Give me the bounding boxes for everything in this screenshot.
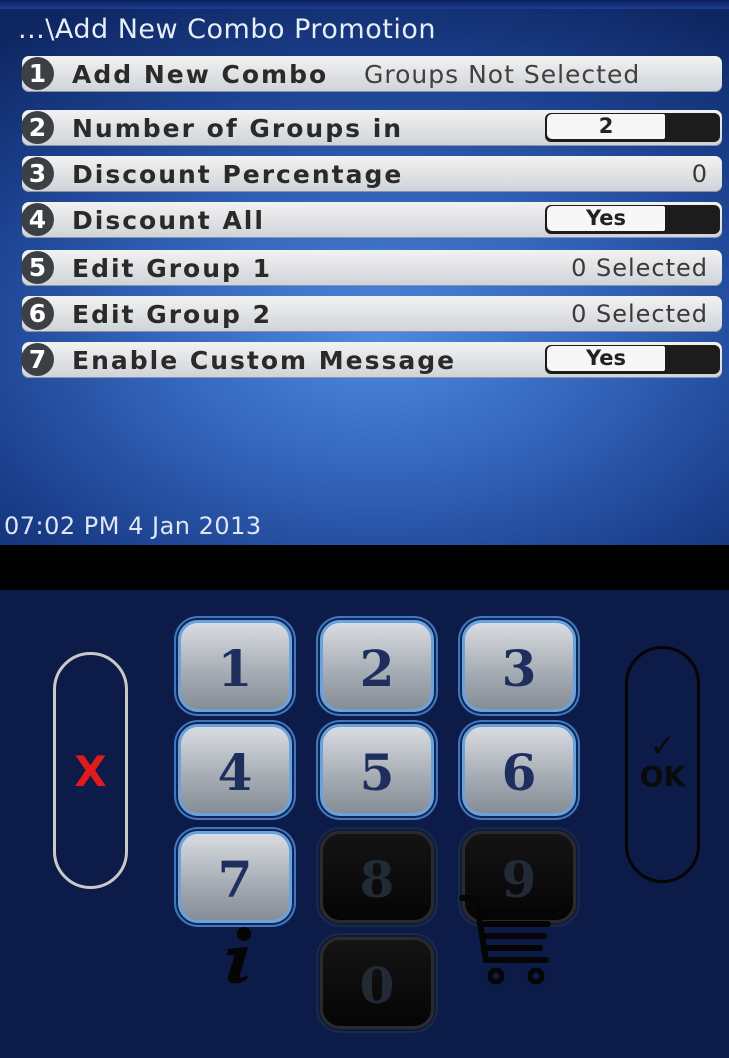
menu-number-badge: 6 <box>21 297 54 330</box>
key-7[interactable]: 7 <box>178 831 292 923</box>
groups-count-field[interactable]: 2 <box>545 113 720 142</box>
menu-item-edit-group-2[interactable]: 6 Edit Group 2 0 Selected <box>21 296 722 332</box>
menu-item-label: Enable Custom Message <box>72 346 457 375</box>
key-0: 0 <box>320 937 434 1029</box>
key-label: 3 <box>501 639 537 698</box>
menu-item-add-new-combo[interactable]: 1 Add New Combo Groups Not Selected <box>21 56 722 92</box>
menu-item-label: Discount All <box>72 206 265 235</box>
key-label: 2 <box>359 639 395 698</box>
menu-item-label: Discount Percentage <box>72 160 404 189</box>
ok-label: OK <box>639 760 686 793</box>
display-screen: ...\Add New Combo Promotion 1 Add New Co… <box>0 0 729 545</box>
menu-item-discount-percentage[interactable]: 3 Discount Percentage 0 <box>21 156 722 192</box>
groups-count-value: 2 <box>547 114 665 139</box>
key-2[interactable]: 2 <box>320 620 434 712</box>
status-timestamp: 07:02 PM 4 Jan 2013 <box>4 512 262 540</box>
custom-message-toggle[interactable]: Yes <box>545 345 720 374</box>
menu-item-discount-all[interactable]: 4 Discount All Yes <box>21 202 722 238</box>
key-label: 5 <box>359 743 395 802</box>
menu-item-number-of-groups[interactable]: 2 Number of Groups in 2 <box>21 110 722 146</box>
menu-item-label: Number of Groups in <box>72 114 404 143</box>
key-label: 0 <box>359 956 395 1015</box>
menu-number-badge: 1 <box>21 57 54 90</box>
ok-button[interactable]: ✓ OK <box>625 646 700 883</box>
toggle-value: Yes <box>547 346 665 371</box>
menu-item-label: Add New Combo <box>72 60 329 89</box>
menu-number-badge: 7 <box>21 343 54 376</box>
menu-item-label: Edit Group 2 <box>72 300 273 329</box>
key-4[interactable]: 4 <box>178 724 292 816</box>
menu-item-edit-group-1[interactable]: 5 Edit Group 1 0 Selected <box>21 250 722 286</box>
info-icon[interactable] <box>214 925 264 985</box>
menu-number-badge: 5 <box>21 251 54 284</box>
check-icon: ✓ <box>650 729 676 764</box>
key-3[interactable]: 3 <box>462 620 576 712</box>
key-1[interactable]: 1 <box>178 620 292 712</box>
menu-item-value: 0 <box>691 160 708 188</box>
toggle-value: Yes <box>547 206 665 231</box>
key-label: 4 <box>217 743 253 802</box>
screen-title: ...\Add New Combo Promotion <box>18 14 436 45</box>
menu-item-enable-custom-message[interactable]: 7 Enable Custom Message Yes <box>21 342 722 378</box>
menu-item-value: 0 Selected <box>571 300 708 328</box>
divider-bar <box>0 545 729 590</box>
menu-number-badge: 4 <box>21 203 54 236</box>
menu-item-label: Edit Group 1 <box>72 254 273 283</box>
key-label: 1 <box>217 639 253 698</box>
key-6[interactable]: 6 <box>462 724 576 816</box>
key-label: 6 <box>501 743 537 802</box>
key-label: 8 <box>359 850 395 909</box>
cart-icon[interactable] <box>458 888 558 988</box>
key-label: 7 <box>217 850 253 909</box>
key-5[interactable]: 5 <box>320 724 434 816</box>
menu-number-badge: 2 <box>21 111 54 144</box>
top-strip <box>0 0 729 9</box>
menu-item-value: Groups Not Selected <box>364 60 641 89</box>
menu-item-value: 0 Selected <box>571 254 708 282</box>
discount-all-toggle[interactable]: Yes <box>545 205 720 234</box>
cancel-button[interactable]: X <box>53 652 128 889</box>
cancel-x-icon: X <box>74 747 107 796</box>
menu-number-badge: 3 <box>21 157 54 190</box>
key-8: 8 <box>320 831 434 923</box>
